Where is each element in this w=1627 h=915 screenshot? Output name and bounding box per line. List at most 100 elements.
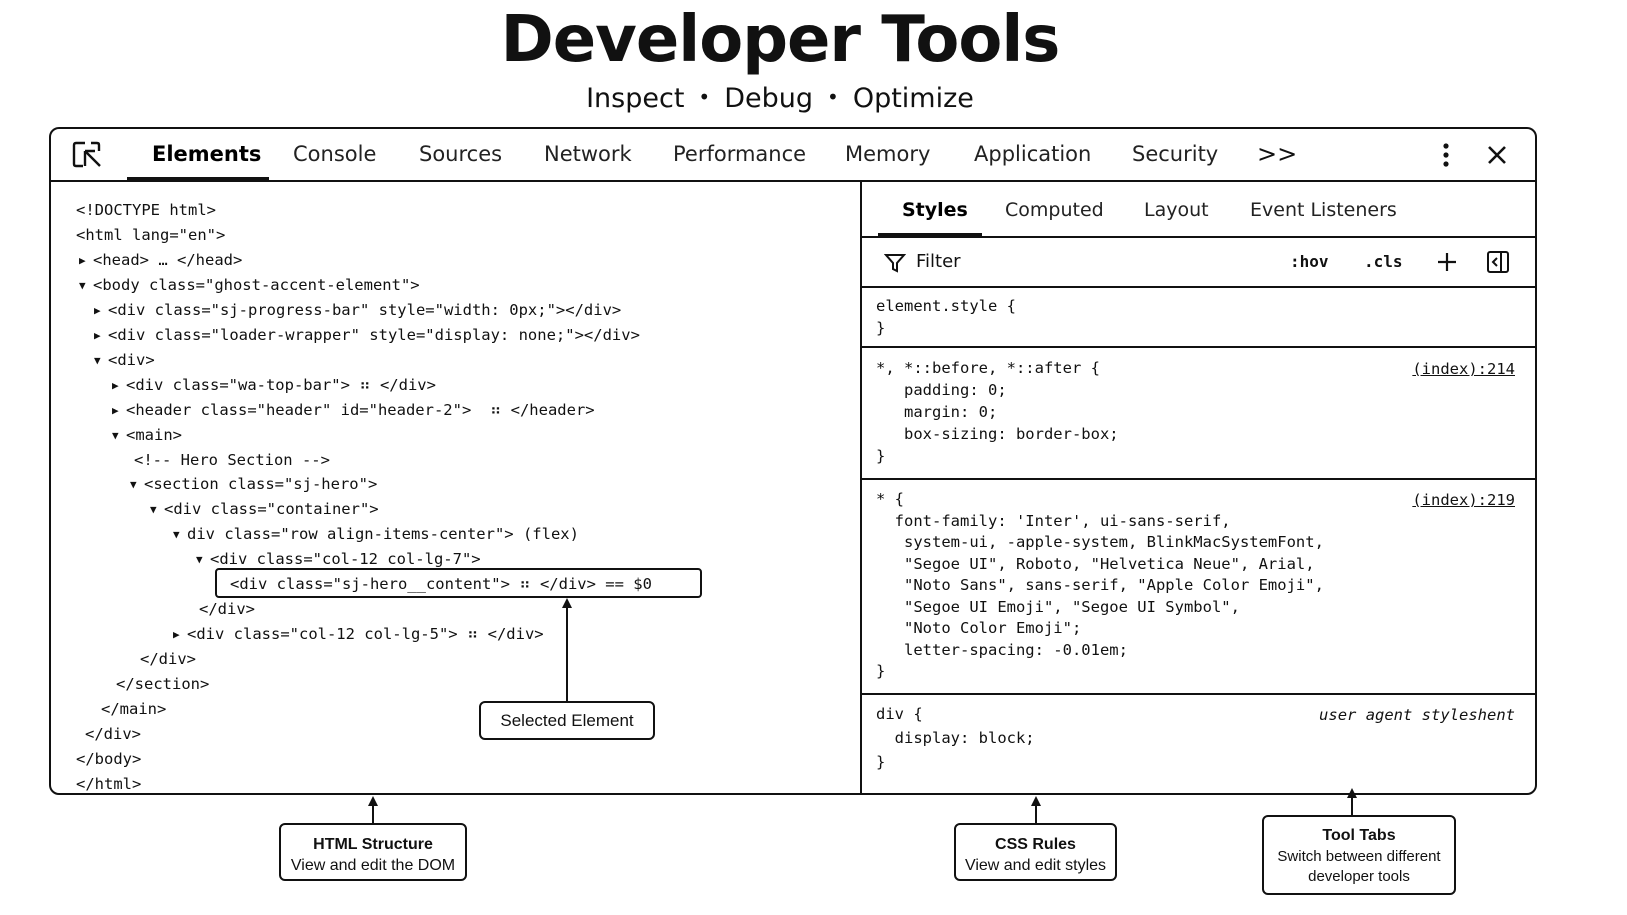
css-declaration[interactable]: } <box>876 318 885 340</box>
css-declaration[interactable]: } <box>876 752 885 774</box>
tab-memory[interactable]: Memory <box>845 129 930 180</box>
page-subtitle: Inspect • Debug • Optimize <box>0 82 1560 117</box>
dom-node[interactable]: </div> <box>199 597 255 621</box>
dom-node-text: <html lang="en"> <box>76 226 226 244</box>
dom-node[interactable]: </body> <box>76 747 141 771</box>
dom-node[interactable]: <!DOCTYPE html> <box>76 198 216 222</box>
dom-node[interactable]: ▼ <section class="sj-hero"> <box>130 472 377 498</box>
dom-node[interactable]: ▶ <header class="header" id="header-2"> ⠶… <box>112 398 595 424</box>
expanded-caret-icon[interactable]: ▼ <box>94 349 108 373</box>
dom-node[interactable]: ▼ <main> <box>112 423 182 449</box>
css-declaration[interactable]: box-sizing: border-box; <box>876 424 1119 446</box>
css-declaration[interactable]: } <box>876 661 885 683</box>
subtitle-debug: Debug <box>724 83 814 114</box>
css-declaration[interactable]: "Segoe UI Emoji", "Segoe UI Symbol", <box>876 597 1240 619</box>
inspect-element-icon[interactable] <box>71 140 103 170</box>
tab-console[interactable]: Console <box>293 129 376 180</box>
close-icon[interactable] <box>1483 141 1511 169</box>
css-declaration[interactable]: "Noto Color Emoji"; <box>876 618 1081 640</box>
callout-title: CSS Rules <box>995 836 1076 853</box>
css-selector[interactable]: * { <box>876 489 904 511</box>
dom-node-text: <!-- Hero Section --> <box>134 451 330 469</box>
tab-security[interactable]: Security <box>1132 129 1218 180</box>
dom-node-text: </div> <box>199 600 255 618</box>
dom-node[interactable]: </section> <box>116 672 209 696</box>
dom-node[interactable]: ▶ <div class="col-12 col-lg-5"> ⠶ </div> <box>173 622 544 648</box>
dom-node[interactable]: ▼ div class="row align-items-center"> (fl… <box>173 522 579 548</box>
tab-styles[interactable]: Styles <box>902 182 968 238</box>
collapsed-caret-icon[interactable]: ▶ <box>94 299 108 323</box>
css-selector[interactable]: *, *::before, *::after { <box>876 358 1100 380</box>
cls-toggle[interactable]: .cls <box>1364 238 1403 286</box>
dom-node[interactable]: </html> <box>76 772 141 793</box>
more-options-icon[interactable] <box>1434 141 1458 169</box>
tab-elements[interactable]: Elements <box>152 129 261 180</box>
dom-node[interactable]: <!-- Hero Section --> <box>134 448 330 472</box>
css-declaration[interactable]: margin: 0; <box>876 402 997 424</box>
page-title: Developer Tools <box>500 3 1061 77</box>
toggle-sidebar-icon[interactable] <box>1486 250 1510 274</box>
css-declaration[interactable]: system-ui, -apple-system, BlinkMacSystem… <box>876 532 1324 554</box>
dom-node[interactable]: </div> <box>140 647 196 671</box>
css-rules-arrow <box>1031 796 1041 824</box>
hov-toggle[interactable]: :hov <box>1290 238 1329 286</box>
expanded-caret-icon[interactable]: ▼ <box>173 523 187 547</box>
tab-computed[interactable]: Computed <box>1005 182 1104 238</box>
dom-node-text: <header class="header" id="header-2"> ⠶ … <box>126 401 595 419</box>
dom-node[interactable]: </main> <box>101 697 166 721</box>
css-declaration[interactable]: padding: 0; <box>876 380 1007 402</box>
tab-application[interactable]: Application <box>974 129 1091 180</box>
css-declaration[interactable]: "Noto Sans", sans-serif, "Apple Color Em… <box>876 575 1324 597</box>
tab-network[interactable]: Network <box>544 129 632 180</box>
dom-node[interactable]: ▼ <div> <box>94 348 155 374</box>
dom-node[interactable]: <html lang="en"> <box>76 223 225 247</box>
css-selector[interactable]: element.style { <box>876 296 1016 318</box>
callout-description: View and edit the DOM <box>290 857 456 874</box>
more-tabs-button[interactable]: >> <box>1257 129 1297 180</box>
dom-node[interactable]: ▶ <div class="sj-progress-bar" style="wid… <box>94 298 621 324</box>
html-structure-callout: HTML Structure View and edit the DOM <box>279 823 467 881</box>
expanded-caret-icon[interactable]: ▼ <box>130 473 144 497</box>
css-declaration[interactable]: "Segoe UI", Roboto, "Helvetica Neue", Ar… <box>876 554 1315 576</box>
source-link[interactable]: (index):219 <box>1412 489 1515 511</box>
html-structure-arrow <box>368 796 378 824</box>
css-selector[interactable]: div { <box>876 704 923 726</box>
collapsed-caret-icon[interactable]: ▶ <box>79 249 93 273</box>
tab-event-listeners[interactable]: Event Listeners <box>1250 182 1397 238</box>
dom-node-text: </section> <box>116 675 210 693</box>
tab-sources[interactable]: Sources <box>419 129 502 180</box>
collapsed-caret-icon[interactable]: ▶ <box>94 324 108 348</box>
collapsed-caret-icon[interactable]: ▶ <box>112 374 126 398</box>
dom-node-text: <body class="ghost-accent-element"> <box>93 276 420 294</box>
css-declaration[interactable]: font-family: 'Inter', ui-sans-serif, <box>876 511 1231 533</box>
tab-layout[interactable]: Layout <box>1144 182 1209 238</box>
active-tab-indicator <box>127 177 269 180</box>
dom-node[interactable]: ▼ <body class="ghost-accent-element"> <box>79 273 420 299</box>
dom-node[interactable]: ▶ <head> … </head> <box>79 248 242 274</box>
tab-performance[interactable]: Performance <box>673 129 806 180</box>
source-link[interactable]: (index):214 <box>1412 358 1515 380</box>
subtitle-separator: • <box>827 84 839 109</box>
dom-node[interactable]: </div> <box>85 722 141 746</box>
dom-node[interactable]: ▶ <div class="wa-top-bar"> ⠶ </div> <box>112 373 436 399</box>
divider <box>862 346 1535 348</box>
dom-node-text: <!DOCTYPE html> <box>76 201 216 219</box>
dom-node-text: <div class="sj-progress-bar" style="widt… <box>108 301 622 319</box>
collapsed-caret-icon[interactable]: ▶ <box>112 399 126 423</box>
dom-node-text: </div> <box>140 650 196 668</box>
dom-node-text: <div class="loader-wrapper" style="displ… <box>108 326 640 344</box>
css-declaration[interactable]: } <box>876 446 885 468</box>
dom-node[interactable]: ▼ <div class="container"> <box>150 497 379 523</box>
expanded-caret-icon[interactable]: ▼ <box>112 424 126 448</box>
css-declaration[interactable]: display: block; <box>876 728 1035 750</box>
expanded-caret-icon[interactable]: ▼ <box>150 498 164 522</box>
add-rule-icon[interactable] <box>1436 251 1458 273</box>
dom-node-text: <div> <box>108 351 155 369</box>
expanded-caret-icon[interactable]: ▼ <box>196 548 210 572</box>
css-declaration[interactable]: letter-spacing: -0.01em; <box>876 640 1128 662</box>
collapsed-caret-icon[interactable]: ▶ <box>173 623 187 647</box>
filter-input[interactable]: Filter <box>916 238 961 286</box>
dom-node[interactable]: ▶ <div class="loader-wrapper" style="disp… <box>94 323 640 349</box>
expanded-caret-icon[interactable]: ▼ <box>79 274 93 298</box>
elements-pane: <!DOCTYPE html> <html lang="en"> ▶ <head> …… <box>51 182 861 793</box>
